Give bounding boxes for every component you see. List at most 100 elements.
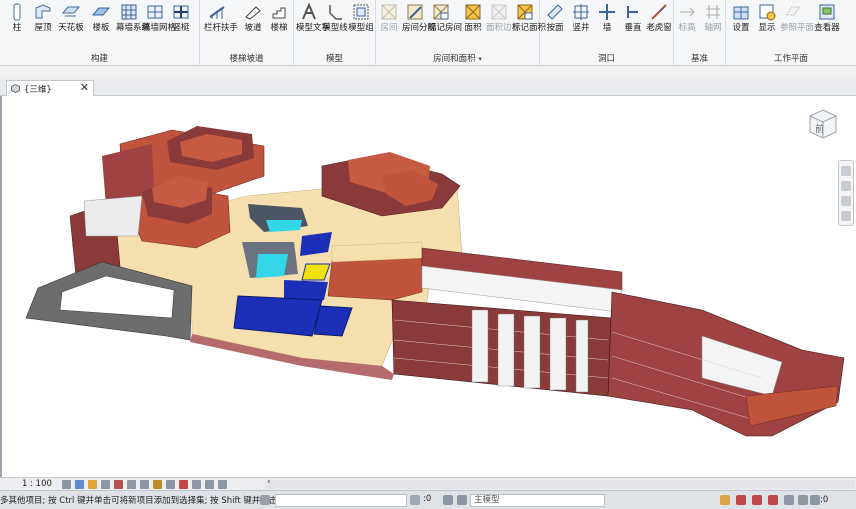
main-model-icon[interactable] [457,495,467,505]
wall-opening-icon [599,4,615,20]
status-message: 多其他项目; 按 Ctrl 键并单击可将新项目添加到选择集; 按 Shift 键… [0,496,286,506]
area-button[interactable]: 面积 [460,3,486,33]
tag-room-button[interactable]: 标记房间 [428,3,462,33]
select-pinned-icon[interactable] [752,495,762,505]
viewcube[interactable]: 前 [806,106,840,140]
show-button[interactable]: 显示 [754,3,780,33]
set-button[interactable]: 设置 [728,3,754,33]
set-icon [733,6,749,20]
model-group-button[interactable]: 模型组 [348,3,374,33]
group-label-model: 模型 [325,54,343,64]
worksharing-icon[interactable] [192,479,201,489]
room-button[interactable]: 房间 [376,3,402,33]
group-build: 柱 屋顶 天花板 楼板 幕墙系统 幕墙网格 竖梃 构建 [0,0,200,66]
selection-count: :0 [423,494,432,504]
model-group-icon [353,4,369,20]
shadows-icon[interactable] [101,479,110,489]
pan-icon[interactable] [841,181,851,191]
curtain-grid-button[interactable]: 幕墙网格 [142,3,176,33]
select-by-face-icon[interactable] [768,495,778,505]
vertical-icon [627,6,638,18]
column-button[interactable]: 柱 [4,3,30,33]
drag-elements-icon[interactable] [784,495,794,505]
viewcube-face-label: 前 [815,123,824,135]
workset-select[interactable] [275,494,407,507]
roof-icon [35,4,51,19]
horizontal-scrollbar[interactable]: ‹ [265,477,855,489]
viewcube-icon: 前 [809,109,837,139]
vertical-button[interactable]: 垂直 [620,3,646,33]
tab-3d-view[interactable]: {三维} ✕ [6,80,94,96]
sun-path-icon[interactable] [88,479,97,489]
area-boundary-button[interactable]: 面积边界 [486,3,520,33]
mullion-button[interactable]: 竖梃 [168,3,194,33]
orbit-icon[interactable] [841,211,851,221]
design-options-icon[interactable] [443,495,453,505]
tab-label: {三维} [24,84,52,95]
viewer-icon [819,4,835,20]
group-label-build: 构建 [90,54,108,64]
model-text-icon [302,3,316,20]
ceiling-button[interactable]: 天花板 [58,3,84,33]
group-room-area: 房间 房间分隔 标记房间 面积 面积边界 标记面积 房间和面积 ▾ [376,0,546,66]
revit-window: 柱 屋顶 天花板 楼板 幕墙系统 幕墙网格 竖梃 构建 栏杆扶手 坡道 楼梯 楼… [0,0,856,509]
worksets-icon[interactable] [260,495,270,505]
scroll-left-icon[interactable]: ‹ [267,477,271,487]
dormer-button[interactable]: 老虎窗 [646,3,672,33]
floor-button[interactable]: 楼板 [88,3,114,33]
highlight-displacement-icon[interactable] [218,479,227,489]
roof-button[interactable]: 屋顶 [30,3,56,33]
filter-icon[interactable] [810,495,820,505]
viewer-button[interactable]: 查看器 [814,3,840,33]
room-icon [381,4,397,20]
navigation-bar[interactable] [838,160,854,226]
3d-viewport[interactable]: 前 [0,96,856,477]
analytical-model-icon[interactable] [205,479,214,489]
curtain-system-button[interactable]: 幕墙系统 [116,3,150,33]
show-crop-icon[interactable] [140,479,149,489]
group-label-datum: 基准 [690,54,708,64]
grid-button[interactable]: 轴网 [700,3,726,33]
status-bar: 多其他项目; 按 Ctrl 键并单击可将新项目添加到选择集; 按 Shift 键… [0,490,856,509]
room-separator-button[interactable]: 房间分隔 [402,3,436,33]
temp-hide-icon[interactable] [166,479,175,489]
model-text-button[interactable]: 模型文字 [296,3,330,33]
visual-style-icon[interactable] [75,479,84,489]
level-button[interactable]: 标高 [674,3,700,33]
curtain-grid-icon [147,5,163,19]
close-icon[interactable]: ✕ [80,81,89,94]
steering-wheel-icon[interactable] [841,166,851,176]
zoom-icon[interactable] [841,196,851,206]
detail-level-icon[interactable] [62,479,71,489]
stair-button[interactable]: 楼梯 [266,3,292,33]
crop-view-icon[interactable] [127,479,136,489]
settings-icon[interactable] [798,495,808,505]
wall-opening-button[interactable]: 墙 [594,3,620,33]
group-label-room-area[interactable]: 房间和面积 ▾ [376,52,539,64]
reveal-hidden-icon[interactable] [179,479,188,489]
group-workplane: 设置 显示 参照平面 查看器 工作平面 [726,0,856,66]
model-line-button[interactable]: 模型线 [322,3,348,33]
design-option-select[interactable]: 主模型 [470,494,605,507]
railing-button[interactable]: 栏杆扶手 [204,3,238,33]
ceiling-icon [62,6,80,17]
column-icon [13,3,21,21]
select-links-icon[interactable] [720,495,730,505]
lock-view-icon[interactable] [153,479,162,489]
show-icon [759,4,776,21]
view-scale[interactable]: 1 : 100 [22,479,62,489]
tag-area-button[interactable]: 标记面积 [512,3,546,33]
ref-plane-button[interactable]: 参照平面 [780,3,814,33]
group-opening: 按面 竖井 墙 垂直 老虎窗 洞口 [540,0,674,66]
chevron-down-icon: ▾ [478,55,482,63]
select-underlay-icon[interactable] [736,495,746,505]
by-face-button[interactable]: 按面 [542,3,568,33]
editable-only-icon[interactable] [410,495,420,505]
dormer-icon [651,4,667,20]
shaft-button[interactable]: 竖井 [568,3,594,33]
ramp-button[interactable]: 坡道 [240,3,266,33]
area-icon [465,4,481,20]
room-separator-icon [407,4,423,20]
render-icon[interactable] [114,479,123,489]
filter-count: :0 [820,495,829,505]
